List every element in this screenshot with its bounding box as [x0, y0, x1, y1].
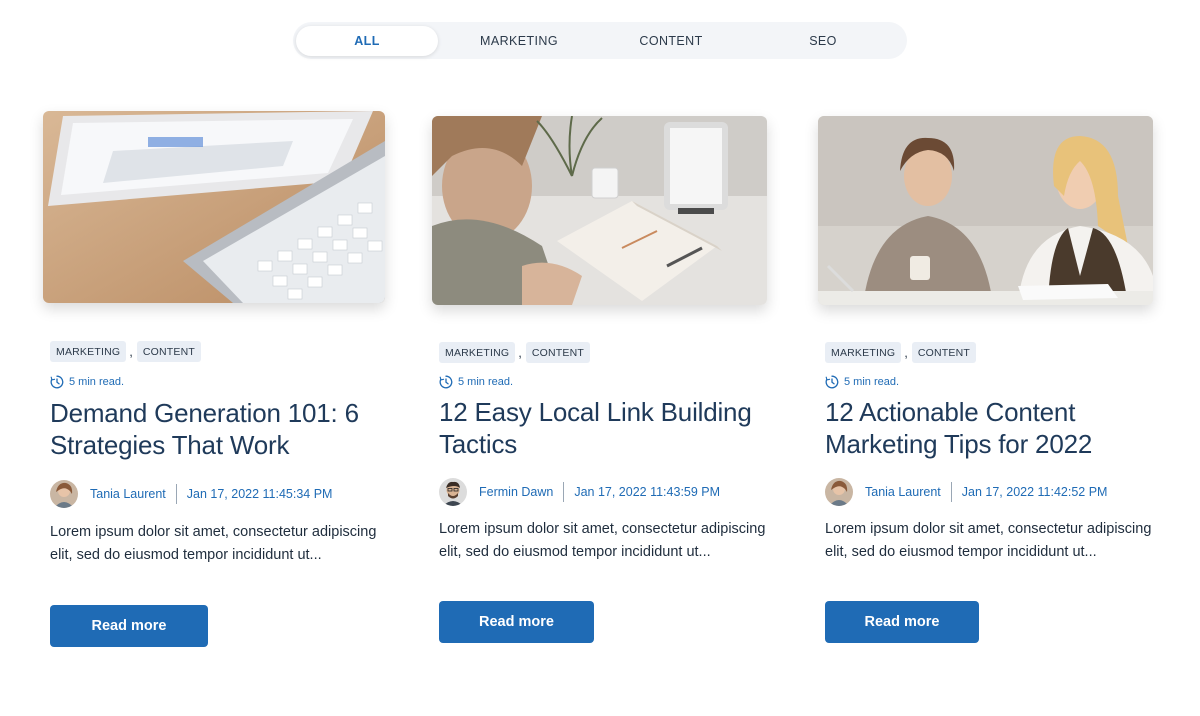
- tab-seo[interactable]: SEO: [752, 26, 894, 56]
- tab-all[interactable]: ALL: [296, 25, 438, 56]
- post-excerpt: Lorem ipsum dolor sit amet, consectetur …: [825, 521, 1152, 560]
- post-title[interactable]: 12 Easy Local Link Building Tactics: [439, 396, 769, 460]
- post-excerpt: Lorem ipsum dolor sit amet, consectetur …: [50, 524, 377, 563]
- tag-marketing[interactable]: MARKETING: [50, 341, 127, 362]
- meta-divider: [563, 482, 565, 502]
- tag-content[interactable]: CONTENT: [911, 342, 977, 363]
- category-filter-tabs: ALL MARKETING CONTENT SEO: [293, 22, 907, 59]
- tag-separator: ,: [518, 345, 522, 360]
- tab-marketing[interactable]: MARKETING: [448, 26, 590, 56]
- post-meta: Fermin Dawn Jan 17, 2022 11:43:59 PM: [439, 478, 720, 506]
- author-name[interactable]: Fermin Dawn: [479, 485, 553, 499]
- tag-marketing[interactable]: MARKETING: [825, 342, 902, 363]
- post-title[interactable]: Demand Generation 101: 6 Strategies That…: [50, 397, 380, 461]
- clock-icon: [439, 375, 453, 389]
- read-time-text: 5 min read.: [458, 376, 514, 388]
- author-name[interactable]: Tania Laurent: [90, 487, 166, 501]
- author-avatar[interactable]: [50, 480, 78, 508]
- meta-divider: [950, 482, 952, 502]
- read-time: 5 min read.: [50, 375, 124, 389]
- read-time: 5 min read.: [439, 375, 513, 389]
- read-more-button[interactable]: Read more: [439, 601, 594, 643]
- post-meta: Tania Laurent Jan 17, 2022 11:45:34 PM: [50, 480, 332, 508]
- post-thumbnail-tablet-keyboard[interactable]: [43, 111, 385, 303]
- post-meta: Tania Laurent Jan 17, 2022 11:42:52 PM: [825, 478, 1107, 506]
- post-tags: MARKETING , CONTENT: [825, 342, 977, 363]
- read-time-text: 5 min read.: [844, 376, 900, 388]
- tag-separator: ,: [904, 345, 908, 360]
- tab-content[interactable]: CONTENT: [600, 26, 742, 56]
- post-date: Jan 17, 2022 11:45:34 PM: [186, 487, 333, 501]
- post-thumbnail-desk-notebook[interactable]: [432, 116, 767, 305]
- clock-icon: [50, 375, 64, 389]
- author-avatar[interactable]: [825, 478, 853, 506]
- author-avatar[interactable]: [439, 478, 467, 506]
- post-title[interactable]: 12 Actionable Content Marketing Tips for…: [825, 396, 1155, 460]
- post-date: Jan 17, 2022 11:42:52 PM: [961, 485, 1108, 499]
- clock-icon: [825, 375, 839, 389]
- post-excerpt: Lorem ipsum dolor sit amet, consectetur …: [439, 521, 766, 560]
- author-name[interactable]: Tania Laurent: [865, 485, 941, 499]
- read-time: 5 min read.: [825, 375, 899, 389]
- tag-content[interactable]: CONTENT: [525, 342, 591, 363]
- post-tags: MARKETING , CONTENT: [439, 342, 591, 363]
- read-more-button[interactable]: Read more: [50, 605, 208, 647]
- read-more-button[interactable]: Read more: [825, 601, 979, 643]
- meta-divider: [175, 484, 177, 504]
- tag-marketing[interactable]: MARKETING: [439, 342, 516, 363]
- post-tags: MARKETING , CONTENT: [50, 341, 202, 362]
- tag-content[interactable]: CONTENT: [136, 341, 202, 362]
- post-thumbnail-meeting[interactable]: [818, 116, 1153, 305]
- tag-separator: ,: [129, 344, 133, 359]
- read-time-text: 5 min read.: [69, 376, 125, 388]
- post-date: Jan 17, 2022 11:43:59 PM: [574, 485, 721, 499]
